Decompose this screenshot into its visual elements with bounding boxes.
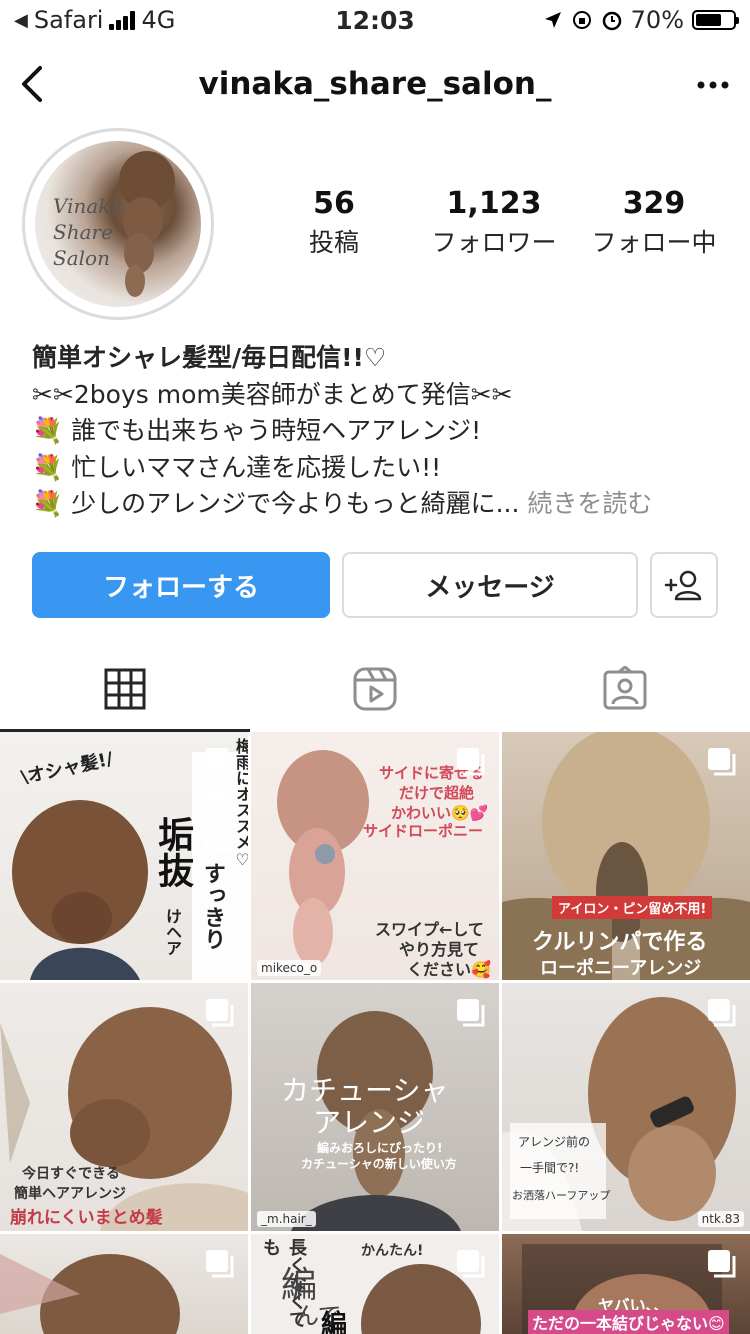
profile-tabs (0, 648, 750, 730)
multiple-photos-icon (206, 748, 234, 776)
post-overlay-text: ただの一本結びじゃない😊 (528, 1310, 729, 1334)
post-overlay-text: かんたん! (361, 1243, 424, 1259)
profile-stats: 56 投稿 1,123 フォロワー 329 フォロー中 (254, 186, 734, 259)
post-overlay-text: けヘア (163, 908, 182, 956)
stat-value: 56 (313, 186, 355, 221)
suggested-users-button[interactable] (650, 552, 718, 618)
profile-username: vinaka_share_salon_ (198, 66, 552, 102)
bio-line: 💐 少しのアレンジで今よりもっと綺麗に... 続きを読む (32, 489, 653, 518)
multiple-photos-icon (457, 748, 485, 776)
alarm-icon (602, 11, 621, 31)
stat-value: 1,123 (446, 186, 542, 221)
location-icon (544, 12, 561, 28)
stat-following[interactable]: 329 フォロー中 (574, 186, 734, 259)
more-options-icon[interactable] (696, 68, 730, 102)
stat-followers[interactable]: 1,123 フォロワー (414, 186, 574, 259)
message-button[interactable]: メッセージ (342, 552, 638, 618)
stat-label: フォロー中 (591, 228, 717, 257)
post-overlay-text: 編 (321, 1310, 348, 1334)
tab-reels[interactable] (250, 648, 500, 730)
bio-read-more-link[interactable]: 続きを読む (519, 489, 652, 518)
multiple-photos-icon (457, 1250, 485, 1278)
post-tag: ntk.83 (697, 1211, 744, 1227)
tab-tagged[interactable] (500, 648, 750, 730)
post-overlay-text: 一手間で?! (520, 1161, 580, 1175)
post-overlay-text: クルリンパで作る (532, 930, 708, 955)
stat-posts[interactable]: 56 投稿 (254, 186, 414, 259)
post-overlay-text: 崩れにくいまとめ髪 (10, 1208, 163, 1228)
battery-percent: 70% (630, 6, 684, 34)
status-bar: ◀ Safari 4G 12:03 70% (0, 0, 750, 40)
bio-line: 💐 誰でも出来ちゃう時短ヘアアレンジ! (32, 416, 482, 445)
bio-name: 簡単オシャレ髪型/毎日配信!!♡ (32, 343, 387, 372)
tagged-person-icon (603, 666, 647, 710)
follow-button[interactable]: フォローする (32, 552, 330, 618)
tab-posts-grid[interactable] (0, 648, 250, 730)
reels-icon (353, 667, 397, 711)
post-overlay-text: アレンジ前の (518, 1135, 591, 1149)
multiple-photos-icon (708, 999, 736, 1027)
bio-line: ✂︎✂︎2boys mom美容師がまとめて発信✂︎✂︎ (32, 379, 513, 409)
add-person-icon (664, 570, 702, 601)
multiple-photos-icon (206, 999, 234, 1027)
profile-avatar[interactable]: Vinaka Share Salon (22, 128, 214, 320)
multiple-photos-icon (708, 1250, 736, 1278)
stat-label: 投稿 (308, 228, 359, 257)
multiple-photos-icon (206, 1250, 234, 1278)
post-overlay-text: サイドローポニー (363, 822, 484, 840)
post-overlay-text: すっきり (200, 862, 225, 950)
post-tag: mikeco_o (257, 960, 322, 976)
grid-icon (104, 668, 146, 710)
stat-value: 329 (622, 186, 686, 221)
post-overlay-text: アレンジ (313, 1106, 426, 1139)
post-overlay-text: カチューシャの新しい使い方 (301, 1157, 457, 1171)
multiple-photos-icon (457, 999, 485, 1027)
post-overlay-text: 今日すぐできる (22, 1166, 120, 1182)
post-overlay-text: 編みおろしにぴったり! (317, 1141, 443, 1155)
avatar-logo: Vinaka Share Salon (53, 194, 123, 270)
battery-icon (692, 10, 739, 30)
multiple-photos-icon (708, 748, 736, 776)
profile-bio: 簡単オシャレ髪型/毎日配信!!♡ ✂︎✂︎2boys mom美容師がまとめて発信… (32, 340, 732, 523)
post-overlay-text: アイロン・ピン留め不用! (552, 896, 713, 919)
orientation-lock-icon (572, 11, 591, 29)
post-overlay-text: お洒落ハーフアップ (512, 1189, 611, 1202)
bio-line: 💐 忙しいママさん達を応援したい!! (32, 452, 442, 482)
post-tag: _m.hair_ (257, 1211, 316, 1227)
post-overlay-text: ください🥰 (407, 960, 491, 979)
post-overlay-text: ローポニーアレンジ (540, 958, 702, 979)
post-overlay-text: だけで超絶 (399, 784, 475, 802)
post-overlay-text: 垢抜 (152, 816, 193, 888)
avatar-image: Vinaka Share Salon (35, 141, 201, 307)
stat-label: フォロワー (431, 228, 557, 257)
post-overlay-text: 簡単ヘアアレンジ (14, 1186, 126, 1202)
nav-bar: vinaka_share_salon_ (0, 48, 750, 120)
